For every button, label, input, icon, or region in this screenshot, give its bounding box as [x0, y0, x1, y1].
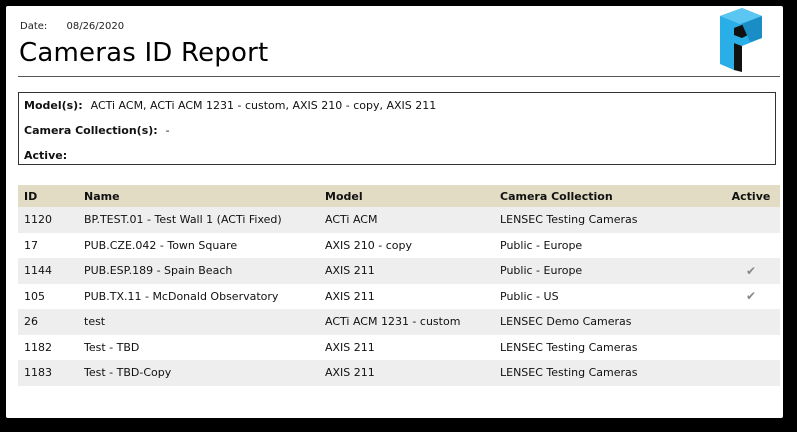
table-header-row: ID Name Model Camera Collection Active: [18, 185, 780, 207]
cell-name: Test - TBD-Copy: [84, 360, 325, 386]
cell-collection: LENSEC Testing Cameras: [500, 340, 638, 354]
cameras-table: ID Name Model Camera Collection Active 1…: [18, 185, 780, 386]
table-row: 1144 PUB.ESP.189 - Spain Beach AXIS 211 …: [18, 258, 780, 284]
table-row: 1183 Test - TBD-Copy AXIS 211 LENSEC Tes…: [18, 360, 780, 386]
cell-collection: Public - Europe: [500, 238, 583, 252]
column-header-id: ID: [18, 185, 84, 207]
checkmark-icon: [722, 360, 780, 386]
cell-name: PUB.CZE.042 - Town Square: [84, 238, 238, 252]
cell-model: AXIS 211: [325, 258, 500, 284]
date-value: 08/26/2020: [66, 21, 125, 32]
cell-model: ACTi ACM: [325, 207, 500, 233]
checkmark-icon: ✔: [745, 289, 757, 304]
cell-id: 1183: [18, 360, 84, 386]
cell-name: PUB.ESP.189 - Spain Beach: [84, 258, 325, 284]
cell-name: BP.TEST.01 - Test Wall 1 (ACTi Fixed): [84, 207, 325, 233]
active-filter: Active:: [24, 149, 75, 162]
cell-collection: LENSEC Testing Cameras: [500, 207, 722, 233]
cell-model: AXIS 211: [325, 340, 375, 354]
cell-id: 1144: [18, 258, 84, 284]
checkmark-icon: [722, 309, 780, 335]
collections-label: Camera Collection(s):: [24, 124, 158, 137]
cell-collection: Public - Europe: [500, 258, 722, 284]
page-title: Cameras ID Report: [19, 38, 269, 68]
cell-collection: Public - US: [500, 289, 559, 303]
checkmark-icon: [722, 335, 780, 361]
table-row: 26 test ACTi ACM 1231 - custom LENSEC De…: [18, 309, 780, 335]
models-value: ACTi ACM, ACTi ACM 1231 - custom, AXIS 2…: [90, 99, 437, 112]
brand-p-logo-icon: [720, 8, 762, 72]
active-label: Active:: [24, 149, 68, 162]
column-header-active: Active: [722, 185, 780, 207]
cell-collection: LENSEC Demo Cameras: [500, 309, 722, 335]
cell-id: 17: [24, 238, 38, 252]
cell-id: 26: [18, 309, 84, 335]
table-row: 1120 BP.TEST.01 - Test Wall 1 (ACTi Fixe…: [18, 207, 780, 233]
cell-id: 1120: [18, 207, 84, 233]
table-row: 1182 Test - TBD AXIS 211 LENSEC Testing …: [18, 335, 780, 361]
column-header-collection: Camera Collection: [500, 185, 722, 207]
cell-id: 105: [24, 289, 45, 303]
report-date: Date: 08/26/2020: [20, 21, 124, 32]
collections-value: -: [165, 124, 170, 137]
cell-name: PUB.TX.11 - McDonald Observatory: [84, 289, 279, 303]
models-filter: Model(s): ACTi ACM, ACTi ACM 1231 - custo…: [24, 99, 436, 112]
cell-id: 1182: [24, 340, 52, 354]
table-row: 17 PUB.CZE.042 - Town Square AXIS 210 - …: [18, 233, 780, 259]
models-label: Model(s):: [24, 99, 83, 112]
checkmark-icon: [722, 207, 780, 233]
collections-filter: Camera Collection(s): -: [24, 124, 170, 137]
cell-model: AXIS 211: [325, 289, 375, 303]
title-divider: [18, 76, 780, 77]
cell-model: ACTi ACM 1231 - custom: [325, 309, 500, 335]
column-header-name: Name: [84, 185, 325, 207]
cell-model: AXIS 210 - copy: [325, 238, 413, 252]
cell-model: AXIS 211: [325, 360, 500, 386]
table-row: 105 PUB.TX.11 - McDonald Observatory AXI…: [18, 284, 780, 310]
checkmark-icon: [722, 233, 780, 259]
cell-name: Test - TBD: [84, 340, 140, 354]
cell-name: test: [84, 309, 325, 335]
date-label: Date:: [20, 21, 48, 32]
checkmark-icon: ✔: [722, 258, 780, 284]
cell-collection: LENSEC Testing Cameras: [500, 360, 722, 386]
filter-summary: Model(s): ACTi ACM, ACTi ACM 1231 - custo…: [18, 92, 776, 165]
column-header-model: Model: [325, 185, 500, 207]
report-page: Date: 08/26/2020 Cameras ID Report Model…: [6, 6, 783, 418]
